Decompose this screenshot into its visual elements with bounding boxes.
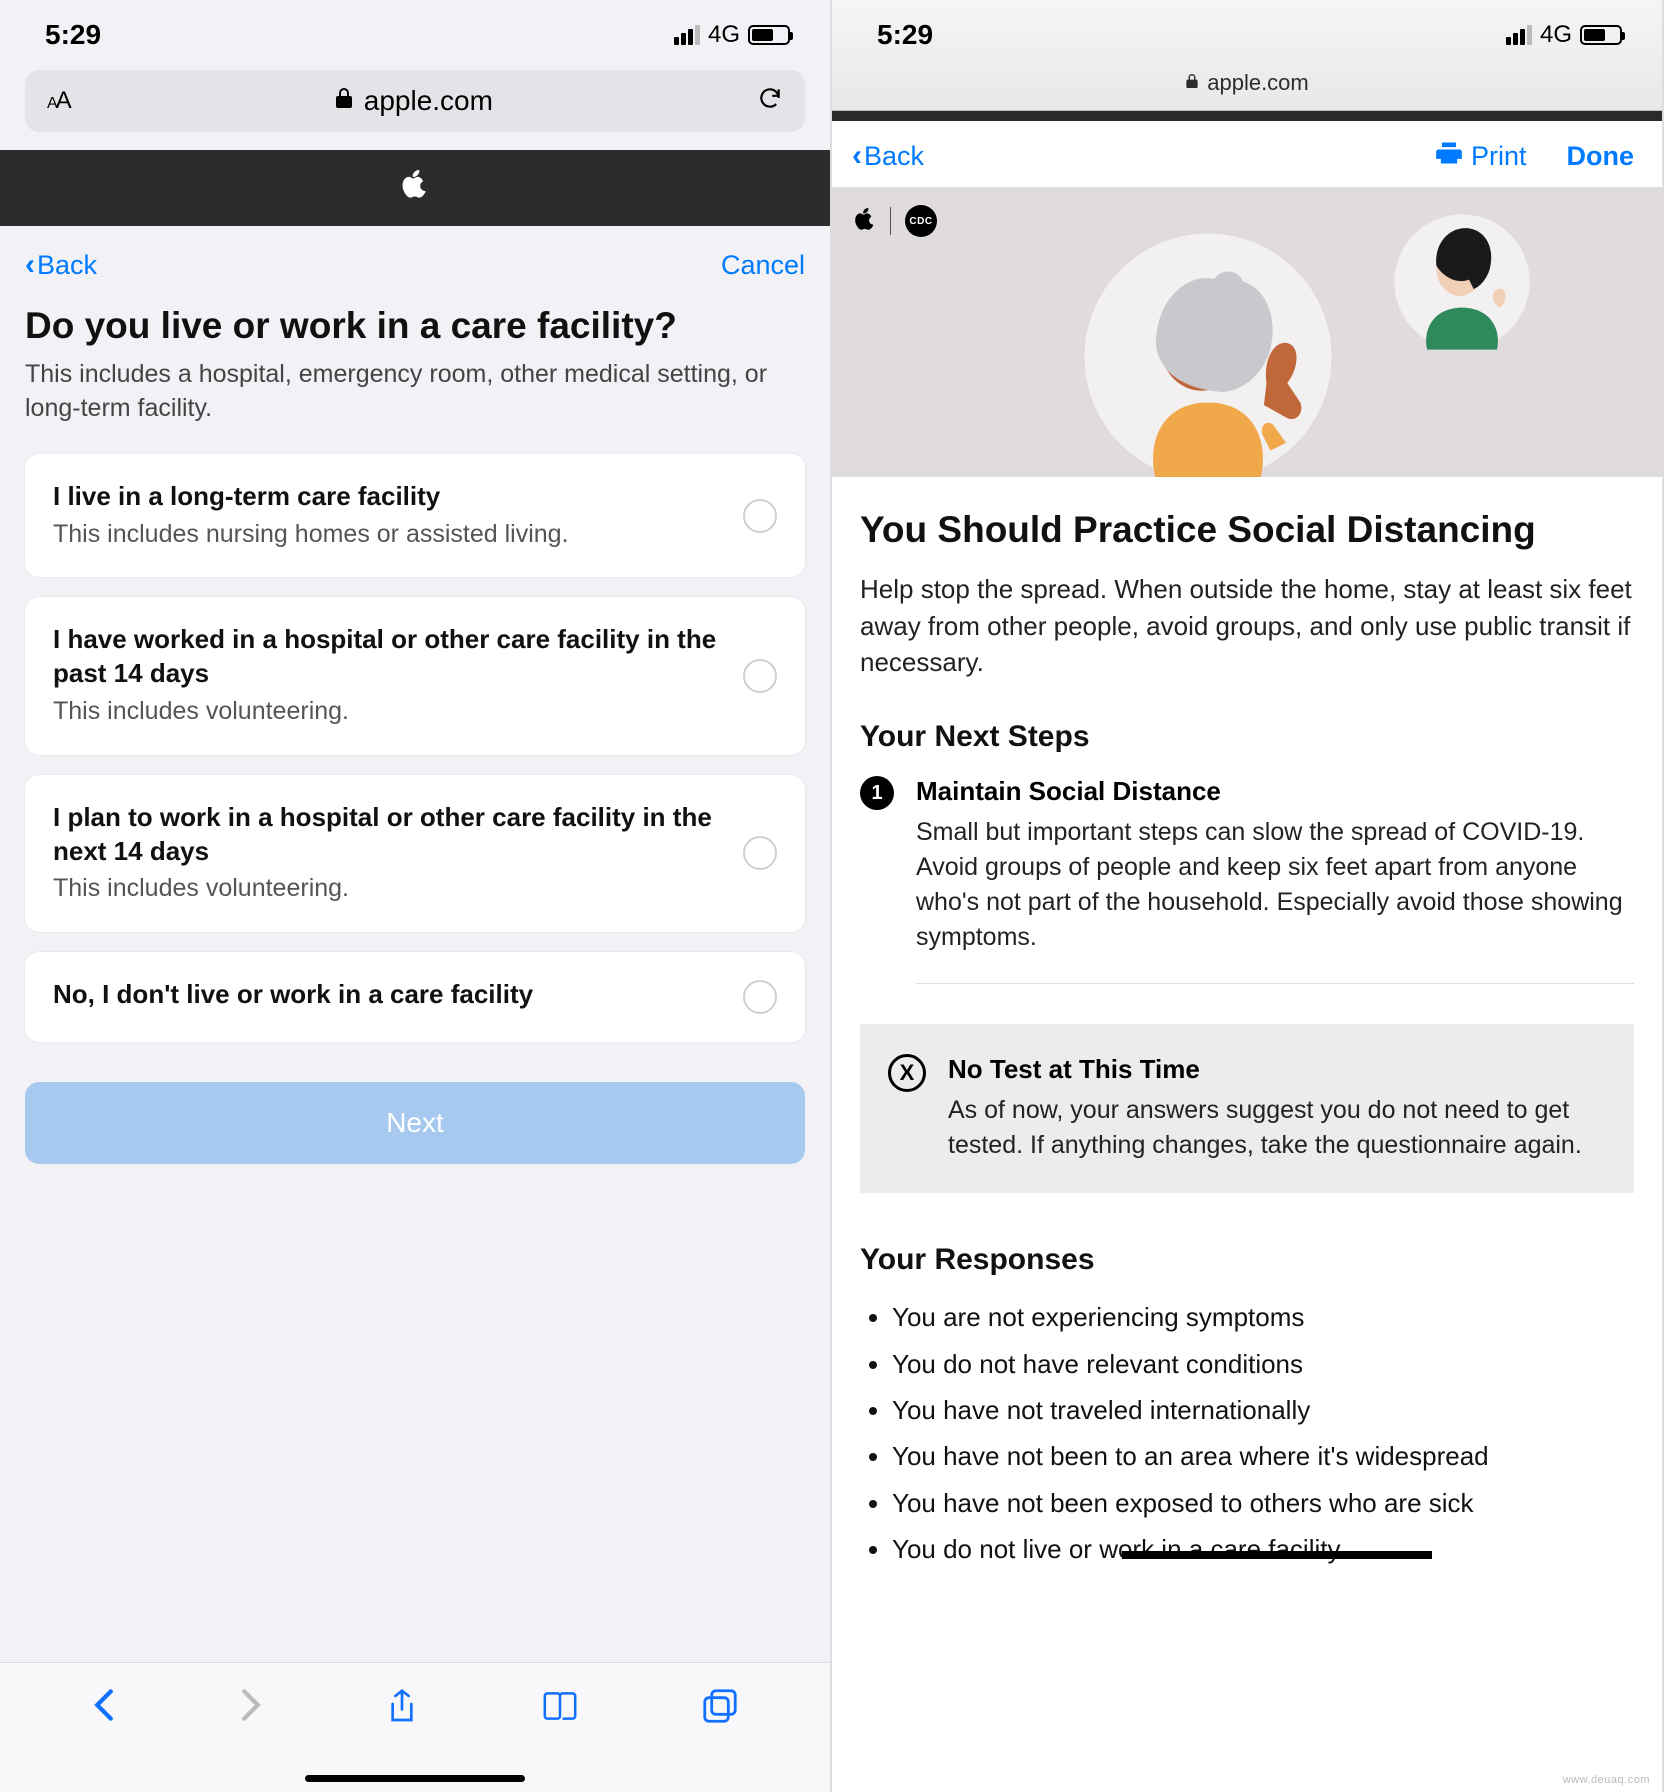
callout-title: No Test at This Time [948, 1054, 1606, 1085]
person-small-icon [1392, 212, 1532, 352]
status-right: 4G [674, 21, 790, 49]
option-title: I live in a long-term care facility [53, 480, 723, 514]
radio-icon[interactable] [743, 499, 777, 533]
tabs-icon[interactable] [702, 1688, 738, 1734]
print-label: Print [1471, 141, 1527, 172]
apple-logo-icon [401, 168, 429, 209]
option-1[interactable]: I live in a long-term care facility This… [25, 454, 805, 578]
lock-icon [1185, 70, 1199, 96]
response-item: You do not live or work in a care facili… [892, 1529, 1634, 1569]
radio-icon[interactable] [743, 659, 777, 693]
battery-icon [748, 25, 790, 45]
nav-back-icon[interactable] [92, 1688, 116, 1732]
step-number: 1 [860, 776, 894, 810]
done-button[interactable]: Done [1567, 141, 1635, 172]
responses-list: You are not experiencing symptoms You do… [860, 1297, 1634, 1569]
url-text: apple.com [364, 85, 493, 117]
result-heading: You Should Practice Social Distancing [860, 507, 1634, 553]
response-item: You are not experiencing symptoms [892, 1297, 1634, 1337]
option-4[interactable]: No, I don't live or work in a care facil… [25, 952, 805, 1042]
radio-icon[interactable] [743, 836, 777, 870]
option-title: No, I don't live or work in a care facil… [53, 978, 723, 1012]
network-label: 4G [1540, 21, 1572, 49]
step-1: 1 Maintain Social Distance Small but imp… [860, 776, 1634, 984]
signal-icon [1506, 25, 1532, 45]
result-lead: Help stop the spread. When outside the h… [860, 571, 1634, 680]
x-circle-icon: X [888, 1054, 926, 1092]
back-label: Back [37, 250, 97, 281]
next-button[interactable]: Next [25, 1082, 805, 1164]
printer-icon [1435, 140, 1463, 173]
status-area: 5:29 4G apple.com [832, 0, 1662, 111]
back-button[interactable]: ‹ Back [852, 139, 924, 173]
option-title: I plan to work in a hospital or other ca… [53, 801, 723, 869]
response-item: You have not been to an area where it's … [892, 1436, 1634, 1476]
option-title: I have worked in a hospital or other car… [53, 623, 723, 691]
cancel-button[interactable]: Cancel [721, 250, 805, 281]
question-heading: Do you live or work in a care facility? [25, 304, 805, 348]
bookmarks-icon[interactable] [541, 1688, 579, 1734]
safari-url-bar[interactable]: AA apple.com [25, 70, 805, 132]
chevron-left-icon: ‹ [852, 139, 862, 173]
home-indicator[interactable] [305, 1775, 525, 1782]
step-title: Maintain Social Distance [916, 776, 1634, 807]
share-icon[interactable] [386, 1688, 418, 1738]
next-label: Next [386, 1107, 444, 1139]
page-nav: ‹ Back Print Done [832, 121, 1662, 187]
left-screenshot: 5:29 4G AA apple.com ‹ Back Cancel [0, 0, 832, 1792]
print-button[interactable]: Print [1435, 140, 1527, 173]
text-size-icon[interactable]: AA [47, 87, 70, 115]
option-3[interactable]: I plan to work in a hospital or other ca… [25, 775, 805, 932]
back-button[interactable]: ‹ Back [25, 248, 97, 282]
url-text: apple.com [1207, 70, 1309, 96]
option-desc: This includes nursing homes or assisted … [53, 518, 723, 552]
nav-forward-icon [239, 1688, 263, 1732]
responses-heading: Your Responses [860, 1243, 1634, 1277]
status-time: 5:29 [877, 19, 933, 51]
no-test-callout: X No Test at This Time As of now, your a… [860, 1024, 1634, 1193]
chevron-left-icon: ‹ [25, 248, 35, 282]
apple-header [0, 150, 830, 226]
person-waving-icon [1078, 227, 1338, 477]
mini-url-bar[interactable]: apple.com [832, 70, 1662, 110]
right-screenshot: 5:29 4G apple.com ‹ Back Print [832, 0, 1664, 1792]
reload-icon[interactable] [757, 85, 783, 118]
option-desc: This includes volunteering. [53, 872, 723, 906]
response-item: You have not traveled internationally [892, 1390, 1634, 1430]
step-desc: Small but important steps can slow the s… [916, 815, 1634, 955]
question-sub: This includes a hospital, emergency room… [25, 358, 805, 426]
response-text: You do not live or work in a care facili… [892, 1534, 1341, 1564]
response-item: You do not have relevant conditions [892, 1344, 1634, 1384]
page-nav: ‹ Back Cancel [0, 226, 830, 294]
hero-illustration: CDC [832, 187, 1662, 477]
cdc-logo-icon: CDC [905, 205, 937, 237]
option-2[interactable]: I have worked in a hospital or other car… [25, 597, 805, 754]
callout-desc: As of now, your answers suggest you do n… [948, 1093, 1606, 1163]
signal-icon [674, 25, 700, 45]
url-display[interactable]: apple.com [334, 85, 493, 117]
status-bar: 5:29 4G [0, 0, 830, 70]
lock-icon [334, 85, 354, 117]
back-label: Back [864, 141, 924, 172]
question-content: Do you live or work in a care facility? … [0, 294, 830, 1164]
battery-icon [1580, 25, 1622, 45]
status-right: 4G [1506, 21, 1622, 49]
thin-header-band [832, 111, 1662, 121]
status-time: 5:29 [45, 19, 101, 51]
option-desc: This includes volunteering. [53, 695, 723, 729]
responses-section: Your Responses You are not experiencing … [860, 1243, 1634, 1569]
steps-heading: Your Next Steps [860, 720, 1634, 754]
status-bar: 5:29 4G [832, 0, 1662, 70]
watermark: www.deuaq.com [1563, 1774, 1650, 1786]
response-item: You have not been exposed to others who … [892, 1483, 1634, 1523]
logo-divider [890, 207, 891, 235]
apple-logo-icon [854, 206, 876, 237]
hero-logos: CDC [854, 205, 937, 237]
main-content: You Should Practice Social Distancing He… [832, 477, 1662, 1569]
safari-toolbar [0, 1662, 830, 1792]
radio-icon[interactable] [743, 980, 777, 1014]
network-label: 4G [708, 21, 740, 49]
redaction-bar [1122, 1551, 1432, 1559]
